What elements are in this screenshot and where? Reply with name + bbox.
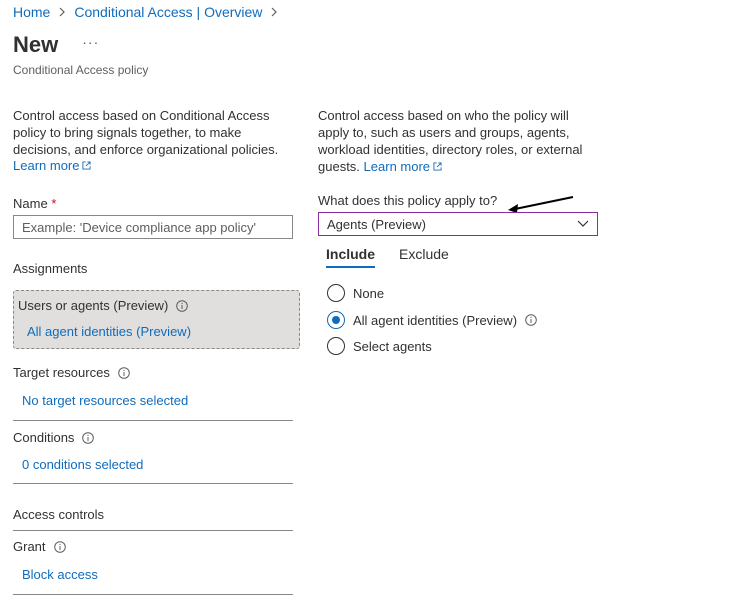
users-or-agents-value[interactable]: All agent identities (Preview) <box>27 324 191 339</box>
apply-description: Control access based on who the policy w… <box>318 107 598 175</box>
conditions-value[interactable]: 0 conditions selected <box>22 457 143 472</box>
info-icon[interactable] <box>176 299 189 312</box>
external-link-icon <box>82 161 92 170</box>
radio-label: All agent identities (Preview) <box>353 312 518 328</box>
users-or-agents-label: Users or agents (Preview) <box>18 298 169 313</box>
radio-none[interactable]: None <box>327 284 384 302</box>
arrow-annotation <box>508 196 574 213</box>
apply-description-text: Control access based on who the policy w… <box>318 108 583 174</box>
tab-include[interactable]: Include <box>326 246 376 268</box>
divider <box>13 420 293 421</box>
radio-label: Select agents <box>353 338 432 354</box>
more-options-button[interactable]: ··· <box>82 34 99 50</box>
radio-button[interactable] <box>327 337 345 355</box>
target-resources-value[interactable]: No target resources selected <box>22 393 188 408</box>
grant-label: Grant <box>13 539 46 554</box>
external-link-icon <box>433 162 442 171</box>
grant-value[interactable]: Block access <box>22 567 98 582</box>
breadcrumb: Home Conditional Access | Overview <box>13 4 286 20</box>
target-resources-title: Target resources <box>13 365 130 380</box>
info-icon[interactable] <box>53 540 66 553</box>
assignments-heading: Assignments <box>13 261 88 276</box>
learn-more-link[interactable]: Learn more <box>364 159 430 174</box>
include-exclude-tabs: Include Exclude <box>326 246 473 268</box>
radio-all-agent-identities[interactable]: All agent identities (Preview) <box>327 311 537 329</box>
tab-exclude[interactable]: Exclude <box>399 246 449 268</box>
info-icon[interactable] <box>525 314 537 326</box>
name-label: Name * <box>13 196 56 211</box>
radio-select-agents[interactable]: Select agents <box>327 337 432 355</box>
apply-to-label: What does this policy apply to? <box>318 193 498 208</box>
info-icon[interactable] <box>118 366 130 379</box>
users-or-agents-title: Users or agents (Preview) <box>18 298 189 313</box>
breadcrumb-ca-overview[interactable]: Conditional Access | Overview <box>74 4 262 20</box>
name-input[interactable] <box>13 215 293 239</box>
divider <box>13 594 293 595</box>
apply-to-dropdown-value: Agents (Preview) <box>327 216 426 232</box>
learn-more-link[interactable]: Learn more <box>13 158 79 173</box>
title-row: New ··· <box>13 32 99 58</box>
divider <box>13 530 293 531</box>
radio-button-selected[interactable] <box>327 311 345 329</box>
name-label-text: Name <box>13 196 48 211</box>
grant-title: Grant <box>13 539 66 554</box>
conditions-title: Conditions <box>13 430 95 445</box>
page-subtitle: Conditional Access policy <box>13 63 149 77</box>
apply-to-dropdown[interactable]: Agents (Preview) <box>318 212 598 236</box>
target-resources-label: Target resources <box>13 365 110 380</box>
access-controls-heading: Access controls <box>13 507 105 522</box>
radio-button[interactable] <box>327 284 345 302</box>
chevron-down-icon <box>577 220 589 227</box>
users-or-agents-card[interactable]: Users or agents (Preview) All agent iden… <box>13 290 300 349</box>
page-title: New <box>13 32 59 57</box>
chevron-right-icon <box>270 7 278 17</box>
policy-description-text: Control access based on Conditional Acce… <box>13 108 279 157</box>
required-asterisk: * <box>51 196 57 211</box>
chevron-right-icon <box>58 7 66 17</box>
radio-label: None <box>353 285 385 301</box>
divider <box>13 483 293 484</box>
conditions-label: Conditions <box>13 430 75 445</box>
policy-description: Control access based on Conditional Acce… <box>13 107 293 173</box>
info-icon[interactable] <box>82 431 95 444</box>
breadcrumb-home[interactable]: Home <box>13 4 50 20</box>
